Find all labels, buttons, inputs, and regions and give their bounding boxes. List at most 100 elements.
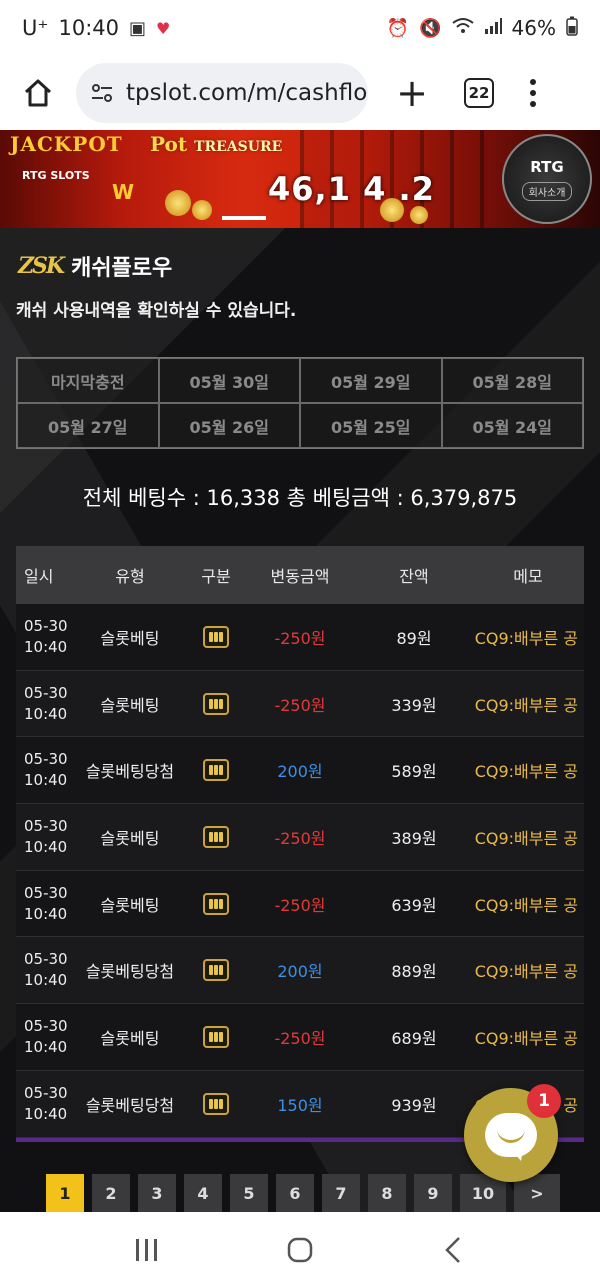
row-amount: 150원 xyxy=(277,1095,323,1115)
row-memo: CQ9:배부른 공 xyxy=(474,628,578,648)
table-header: 일시 유형 구분 변동금액 잔액 메모 xyxy=(16,546,584,604)
header-amount: 변동금액 xyxy=(270,567,330,586)
row-balance: 389원 xyxy=(391,828,437,848)
tab-switcher-button[interactable]: 22 xyxy=(464,78,494,108)
page-header: ZSK 캐쉬플로우 xyxy=(18,250,172,282)
row-date: 05-30 xyxy=(24,683,68,702)
betting-summary: 전체 베팅수 : 16,338 총 베팅금액 : 6,379,875 xyxy=(82,486,518,510)
page-2-button[interactable]: 2 xyxy=(92,1174,130,1212)
row-balance: 589원 xyxy=(391,762,437,782)
header-balance: 잔액 xyxy=(399,567,429,586)
slot-machine-icon xyxy=(203,759,229,782)
mute-icon: 🔇 xyxy=(419,17,442,39)
row-time: 10:40 xyxy=(24,771,68,790)
row-date: 05-30 xyxy=(24,883,68,902)
page-9-button[interactable]: 9 xyxy=(414,1174,452,1212)
row-type: 슬롯베팅 xyxy=(100,828,160,848)
heart-icon: ♥ xyxy=(156,18,171,38)
table-row: 05-30 10:40 슬롯베팅 -250원 89원 CQ9:배부른 공 xyxy=(16,604,584,671)
date-filter-grid: 마지막충전 05월 30일 05월 29일 05월 28일 05월 27일 05… xyxy=(16,357,584,449)
row-type: 슬롯베팅 xyxy=(100,628,160,648)
company-intro-link[interactable]: 회사소개 xyxy=(521,181,573,201)
row-memo: CQ9:배부른 공 xyxy=(474,762,578,782)
table-body: 05-30 10:40 슬롯베팅 -250원 89원 CQ9:배부른 공 05-3… xyxy=(16,604,584,1138)
row-memo: CQ9:배부른 공 xyxy=(474,695,578,715)
row-datetime: 05-30 10:40 xyxy=(16,683,72,725)
url-text: tpslot.com/m/cashflo xyxy=(126,80,368,106)
header-type: 유형 xyxy=(115,567,145,586)
row-date: 05-30 xyxy=(24,616,68,635)
new-tab-button[interactable]: + xyxy=(392,73,432,113)
promo-banner[interactable]: JACKPOT RTG SLOTS W Pot TREASURE 46,1 4 … xyxy=(0,130,600,228)
recent-apps-icon xyxy=(135,1238,157,1261)
site-logo: ZSK xyxy=(18,253,65,279)
row-date: 05-30 xyxy=(24,816,68,835)
page-5-button[interactable]: 5 xyxy=(230,1174,268,1212)
game-title-sub: TREASURE xyxy=(194,139,283,155)
page-6-button[interactable]: 6 xyxy=(276,1174,314,1212)
wifi-icon xyxy=(451,17,474,40)
page-4-button[interactable]: 4 xyxy=(184,1174,222,1212)
row-amount: 200원 xyxy=(277,962,323,982)
row-datetime: 05-30 10:40 xyxy=(16,816,72,858)
back-icon xyxy=(445,1236,461,1263)
row-time: 10:40 xyxy=(24,1037,68,1056)
row-date: 05-30 xyxy=(24,1016,68,1035)
row-type: 슬롯베팅당첨 xyxy=(85,762,175,782)
page-7-button[interactable]: 7 xyxy=(322,1174,360,1212)
date-filter-0527[interactable]: 05월 27일 xyxy=(17,403,159,448)
signal-icon xyxy=(484,17,502,40)
page-3-button[interactable]: 3 xyxy=(138,1174,176,1212)
slot-machine-icon xyxy=(203,892,229,915)
slot-machine-icon xyxy=(203,959,229,982)
chat-icon xyxy=(485,1113,537,1161)
row-balance: 889원 xyxy=(391,962,437,982)
header-kind: 구분 xyxy=(201,567,231,586)
site-settings-icon[interactable] xyxy=(90,83,114,103)
home-button[interactable] xyxy=(18,73,58,113)
date-filter-0528[interactable]: 05월 28일 xyxy=(441,358,583,403)
browser-toolbar: tpslot.com/m/cashflo + 22 xyxy=(0,56,600,130)
row-type: 슬롯베팅 xyxy=(100,695,160,715)
row-date: 05-30 xyxy=(24,1083,68,1102)
date-filter-last-charge[interactable]: 마지막충전 xyxy=(17,358,159,403)
date-filter-0530[interactable]: 05월 30일 xyxy=(158,358,300,403)
slot-machine-icon xyxy=(203,1025,229,1048)
row-datetime: 05-30 10:40 xyxy=(16,949,72,991)
row-time: 10:40 xyxy=(24,1104,68,1123)
carousel-indicator[interactable] xyxy=(222,216,266,220)
row-amount: -250원 xyxy=(274,628,326,648)
header-time: 일시 xyxy=(24,567,54,586)
row-balance: 89원 xyxy=(396,628,432,648)
table-row: 05-30 10:40 슬롯베팅 -250원 639원 CQ9:배부른 공 xyxy=(16,870,584,938)
page-8-button[interactable]: 8 xyxy=(368,1174,406,1212)
table-row: 05-30 10:40 슬롯베팅 -250원 389원 CQ9:배부른 공 xyxy=(16,804,584,871)
table-row: 05-30 10:40 슬롯베팅당첨 200원 589원 CQ9:배부른 공 xyxy=(16,737,584,805)
date-filter-0529[interactable]: 05월 29일 xyxy=(300,358,442,403)
alarm-icon: ⏰ xyxy=(386,17,410,39)
recent-apps-button[interactable] xyxy=(127,1230,167,1270)
row-date: 05-30 xyxy=(24,750,68,769)
row-memo: CQ9:배부른 공 xyxy=(474,828,578,848)
image-icon: ▣ xyxy=(129,17,147,39)
rtg-slots-logo: RTG SLOTS xyxy=(22,169,90,182)
rtg-company-badge[interactable]: RTG 회사소개 xyxy=(502,134,592,224)
row-balance: 339원 xyxy=(391,695,437,715)
address-bar[interactable]: tpslot.com/m/cashflo xyxy=(76,63,368,123)
row-amount: -250원 xyxy=(274,695,326,715)
slot-machine-icon xyxy=(203,625,229,648)
back-button[interactable] xyxy=(433,1230,473,1270)
date-filter-0526[interactable]: 05월 26일 xyxy=(158,403,300,448)
page-1-button[interactable]: 1 xyxy=(46,1174,84,1212)
slot-machine-icon xyxy=(203,825,229,848)
clock: 10:40 xyxy=(58,16,119,40)
home-nav-button[interactable] xyxy=(280,1230,320,1270)
date-filter-0524[interactable]: 05월 24일 xyxy=(441,403,583,448)
browser-menu-button[interactable] xyxy=(530,79,536,107)
slot-machine-icon xyxy=(203,1092,229,1115)
battery-percent: 46% xyxy=(511,16,556,40)
jackpot-amount: 46,1 4 .2 xyxy=(268,170,435,208)
date-filter-0525[interactable]: 05월 25일 xyxy=(300,403,442,448)
row-datetime: 05-30 10:40 xyxy=(16,883,72,925)
row-balance: 939원 xyxy=(391,1095,437,1115)
